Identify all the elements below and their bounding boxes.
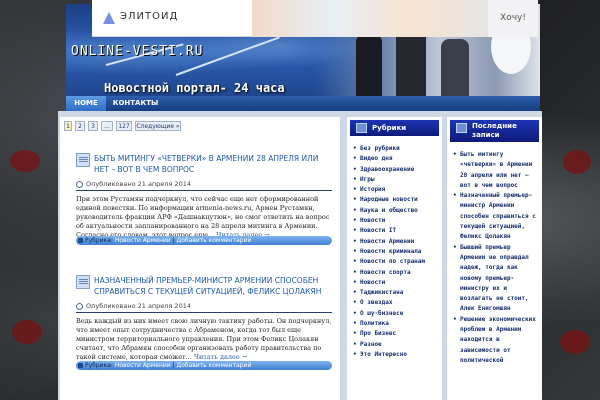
clock-icon <box>76 303 83 310</box>
post-icon <box>76 275 90 289</box>
main-nav: HOME КОНТАКТЫ <box>66 96 540 111</box>
category-item[interactable]: История <box>353 185 439 196</box>
folder-icon <box>78 363 83 368</box>
post-icon <box>76 153 90 167</box>
background-splash <box>563 150 591 174</box>
background-splash <box>560 330 590 354</box>
post-excerpt: Ведь каждый из них имеет свою личную так… <box>76 317 332 361</box>
category-item[interactable]: Новости IT <box>353 226 439 237</box>
folder-icon <box>78 238 83 243</box>
category-item[interactable]: Про Бизнес <box>353 329 439 340</box>
site-logo-text[interactable]: ONLINE-VESTI.RU <box>71 44 203 59</box>
category-item[interactable]: О шу-бизнесе <box>353 309 439 320</box>
page-link[interactable]: 127 <box>116 121 132 131</box>
category-item[interactable]: Видео дня <box>353 154 439 165</box>
sidebar-categories: Рубрики Без рубрикиВидео дняЗдравоохране… <box>347 117 442 400</box>
elitoid-logo-icon <box>103 12 115 24</box>
category-item[interactable]: Таджикистана <box>353 288 439 299</box>
category-item[interactable]: Политика <box>353 319 439 330</box>
post-title[interactable]: Быть митингу «четверки» в Армении 28 апр… <box>94 153 332 175</box>
comment-link[interactable]: Добавить комментарий <box>177 362 252 369</box>
background-splash <box>12 320 42 344</box>
recent-post-item[interactable]: Быть митингу «четверки» в Армении 28 апр… <box>453 150 539 191</box>
page-link[interactable]: 2 <box>75 121 85 131</box>
category-item[interactable]: Это Интересно <box>353 350 439 361</box>
category-item[interactable]: Игры <box>353 175 439 186</box>
category-item[interactable]: Новости <box>353 278 439 289</box>
advertisement-banner[interactable]: ЭЛИТОИД Хочу! <box>92 0 538 37</box>
recent-post-item[interactable]: Решение экономических проблем в Армении … <box>453 315 539 366</box>
post-title[interactable]: Назначенный премьер-министр Армении спос… <box>94 275 332 297</box>
page-current: 1 <box>64 121 72 131</box>
recent-post-item[interactable]: Бывший премьер Армении не оправдал надеж… <box>453 243 539 315</box>
category-item[interactable]: Наука и общество <box>353 206 439 217</box>
sidebar-recent-posts: Последние записи Быть митингу «четверки»… <box>447 117 542 400</box>
category-list: Без рубрикиВидео дняЗдравоохранениеИгрыИ… <box>353 144 439 361</box>
ad-image <box>252 0 520 37</box>
page-link[interactable]: 3 <box>88 121 98 131</box>
post-meta-bar: Рубрика: Новости Армении | Добавить комм… <box>76 236 332 245</box>
category-item[interactable]: Новости криминала <box>353 247 439 258</box>
category-link[interactable]: Новости Армении <box>115 237 171 244</box>
category-item[interactable]: Новости <box>353 216 439 227</box>
clock-icon <box>76 181 83 188</box>
read-more-link[interactable]: Читать далее → <box>194 353 247 361</box>
post-date: Опубликовано 21 апреля 2014 <box>86 180 191 188</box>
ad-brand: ЭЛИТОИД <box>120 11 179 22</box>
comment-link[interactable]: Добавить комментарий <box>177 237 252 244</box>
widget-title: Последние записи <box>450 120 539 142</box>
ad-cta-button[interactable]: Хочу! <box>488 0 538 37</box>
category-item[interactable]: Разное <box>353 340 439 351</box>
widget-title: Рубрики <box>350 120 439 136</box>
post-date: Опубликовано 21 апреля 2014 <box>86 302 191 310</box>
category-item[interactable]: Народные новости <box>353 195 439 206</box>
nav-item-home[interactable]: HOME <box>66 96 106 111</box>
category-link[interactable]: Новости Армении <box>115 362 171 369</box>
post: Назначенный премьер-министр Армении спос… <box>76 275 332 385</box>
post-meta-bar: Рубрика: Новости Армении | Добавить комм… <box>76 361 332 370</box>
recent-posts-list: Быть митингу «четверки» в Армении 28 апр… <box>453 150 539 366</box>
category-item[interactable]: О звездах <box>353 298 439 309</box>
page-ellipsis: ... <box>101 121 113 131</box>
next-page-link[interactable]: Следующие » <box>135 121 181 131</box>
post-divider <box>76 312 332 313</box>
nav-item-contacts[interactable]: КОНТАКТЫ <box>108 96 163 111</box>
category-item[interactable]: Новости по странам <box>353 257 439 268</box>
recent-post-item[interactable]: Назначенный премьер-министр Армении спос… <box>453 191 539 242</box>
category-item[interactable]: Здравоохранение <box>353 165 439 176</box>
background-splash <box>10 150 40 172</box>
main-content: 1 2 3 ... 127 Следующие » Быть митингу «… <box>60 117 340 400</box>
site-tagline: Новостной портал- 24 часа <box>104 81 285 95</box>
post-divider <box>76 190 332 191</box>
rubric-icon <box>356 123 367 133</box>
post: Быть митингу «четверки» в Армении 28 апр… <box>76 153 332 253</box>
recent-posts-icon <box>456 123 467 133</box>
category-item[interactable]: Без рубрики <box>353 144 439 155</box>
category-item[interactable]: Новости Армении <box>353 237 439 248</box>
category-item[interactable]: Новости спорта <box>353 268 439 279</box>
post-excerpt: При этом Рустамян подчеркнул, что сейчас… <box>76 195 330 239</box>
